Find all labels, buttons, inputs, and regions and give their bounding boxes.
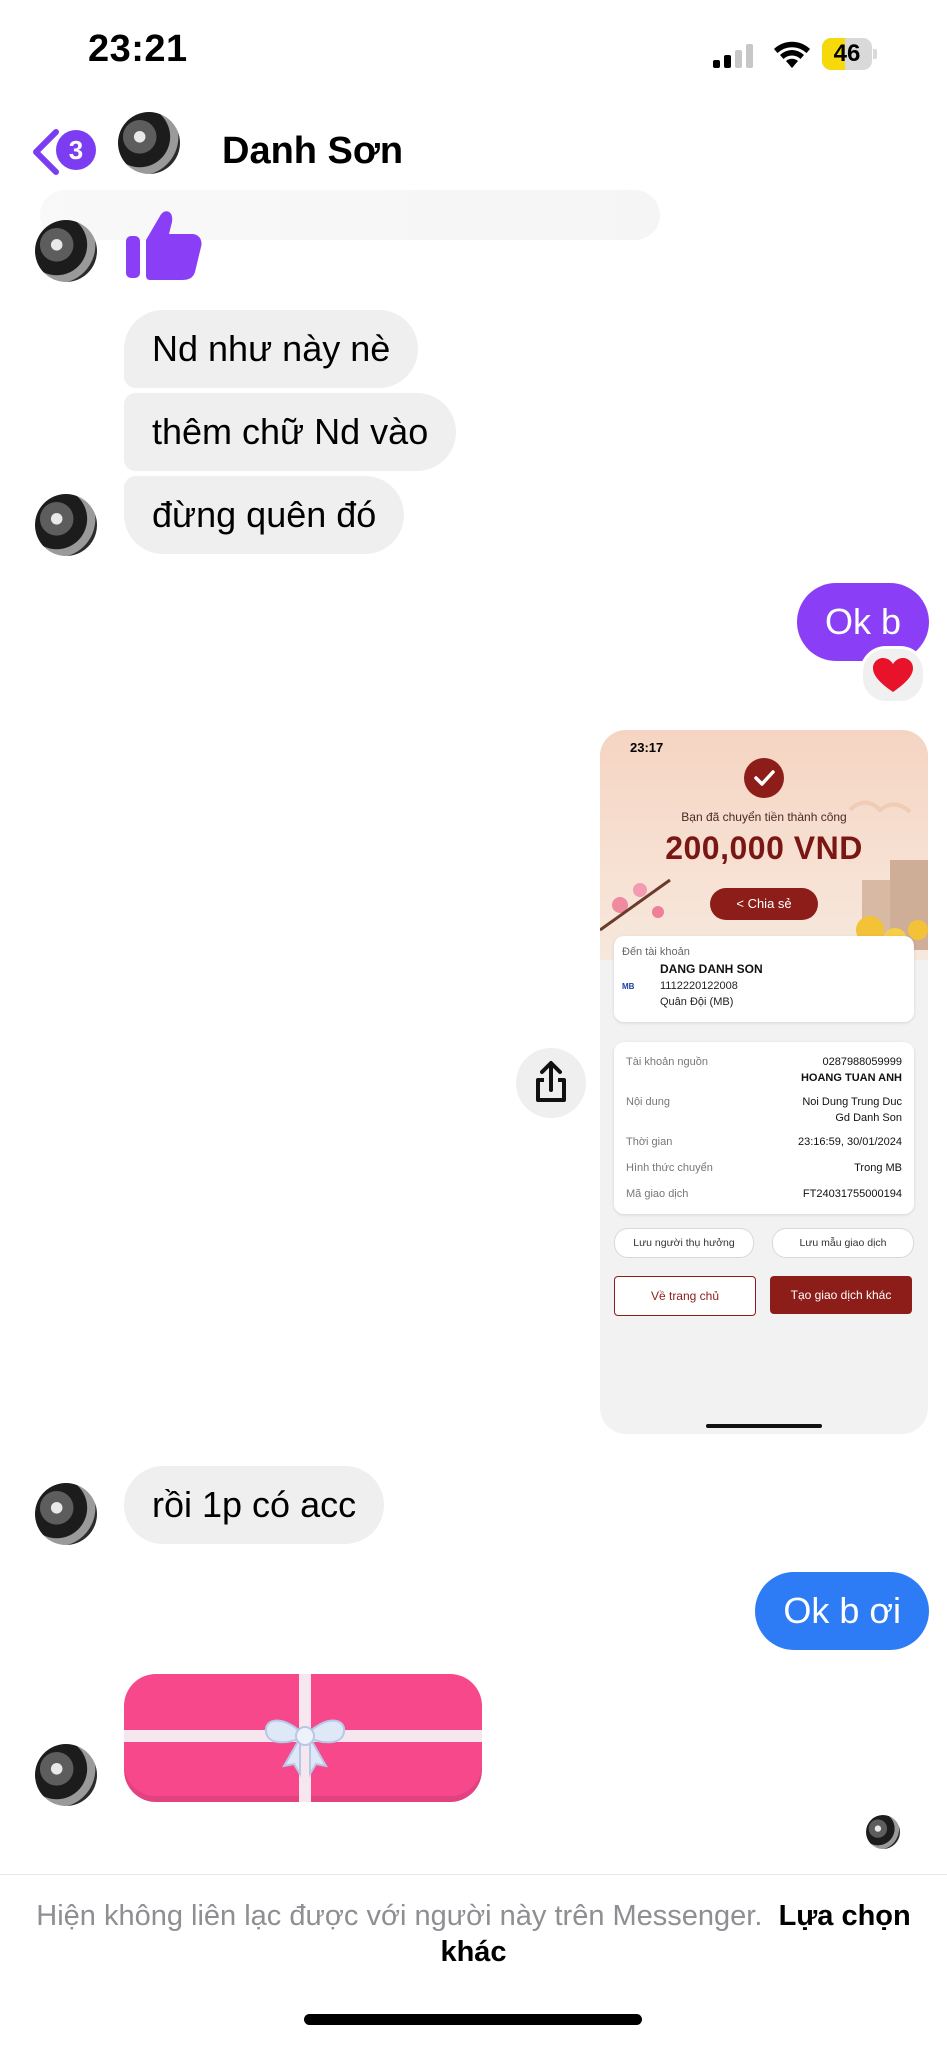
receipt-home-button: Về trang chủ (614, 1276, 756, 1316)
to-account-label: Đến tài khoản (622, 946, 690, 958)
footer-divider (0, 1874, 947, 1875)
save-beneficiary-pill: Lưu người thụ hưởng (614, 1228, 754, 1258)
sender-avatar[interactable] (35, 220, 97, 282)
detail-value: Trong MB (854, 1162, 902, 1174)
message-bubble-incoming[interactable]: rồi 1p có acc (124, 1466, 385, 1544)
gift-ribbon-icon (124, 1674, 482, 1802)
receipt-new-transaction-button: Tạo giao dịch khác (770, 1276, 912, 1314)
receipt-header: 23:17 Bạn đã chuyển tiền thành công 200,… (600, 730, 928, 960)
save-template-pill: Lưu mẫu giao dịch (772, 1228, 914, 1258)
detail-label: Tài khoản nguồn (626, 1056, 708, 1068)
wifi-icon (772, 38, 812, 70)
contact-name[interactable]: Danh Sơn (222, 130, 403, 173)
thumbs-up-icon[interactable] (124, 202, 204, 282)
message-bubble-incoming[interactable]: thêm chữ Nd vào (124, 393, 457, 471)
message-bubble-outgoing[interactable]: Ok b ơi (755, 1572, 929, 1650)
detail-label: Thời gian (626, 1136, 673, 1148)
message-bubble-incoming[interactable]: Nd như này nè (124, 310, 419, 388)
detail-label: Nội dung (626, 1096, 671, 1108)
detail-value: 23:16:59, 30/01/2024 (798, 1136, 902, 1148)
seen-receipt-avatar (866, 1815, 900, 1849)
success-check-icon (744, 758, 784, 798)
cellular-signal-icon (713, 44, 755, 68)
detail-value: HOANG TUAN ANH (800, 1072, 902, 1084)
share-small-icon: < (736, 896, 748, 911)
recipient-bank: Quân Đội (MB) (660, 996, 734, 1008)
recipient-name: DANG DANH SON (660, 962, 763, 976)
detail-label: Mã giao dịch (626, 1188, 689, 1200)
transaction-details-card: Tài khoản nguồn 0287988059999 HOANG TUAN… (614, 1042, 914, 1214)
sender-avatar[interactable] (35, 1744, 97, 1806)
share-receipt-label: Chia sẻ (747, 896, 792, 911)
heart-reaction-icon[interactable] (860, 646, 926, 704)
detail-value: Noi Dung Trung Duc (802, 1096, 902, 1108)
unavailable-notice: Hiện không liên lạc được với người này t… (30, 1898, 917, 1970)
mb-bank-logo: MB (622, 982, 635, 991)
success-message: Bạn đã chuyển tiền thành công (681, 810, 847, 824)
recipient-account: 1112220122008 (660, 980, 738, 992)
transfer-receipt-image[interactable]: 23:17 Bạn đã chuyển tiền thành công 200,… (600, 730, 928, 1434)
recipient-card: Đến tài khoản MB DANG DANH SON 111222012… (614, 936, 914, 1022)
share-receipt-button: < Chia sẻ (710, 888, 818, 920)
unavailable-notice-text: Hiện không liên lạc được với người này t… (36, 1900, 763, 1932)
share-icon[interactable] (516, 1048, 586, 1118)
message-bubble-incoming[interactable]: đừng quên đó (124, 476, 405, 554)
battery-level: 46 (833, 40, 861, 67)
home-indicator (304, 2014, 642, 2025)
detail-label: Hình thức chuyển (626, 1162, 713, 1174)
status-time: 23:21 (88, 28, 188, 70)
sender-avatar[interactable] (35, 494, 97, 556)
unread-badge[interactable]: 3 (56, 130, 96, 170)
receipt-status-time: 23:17 (630, 740, 664, 755)
battery-icon: 46 (822, 38, 878, 70)
transfer-amount: 200,000 VND (665, 830, 863, 866)
contact-avatar[interactable] (118, 112, 180, 174)
detail-value: Gd Danh Son (835, 1112, 902, 1124)
gift-message[interactable] (124, 1674, 482, 1802)
receipt-home-indicator (706, 1424, 822, 1428)
sender-avatar[interactable] (35, 1483, 97, 1545)
detail-value: 0287988059999 (822, 1056, 902, 1068)
detail-value: FT24031755000194 (802, 1188, 902, 1200)
